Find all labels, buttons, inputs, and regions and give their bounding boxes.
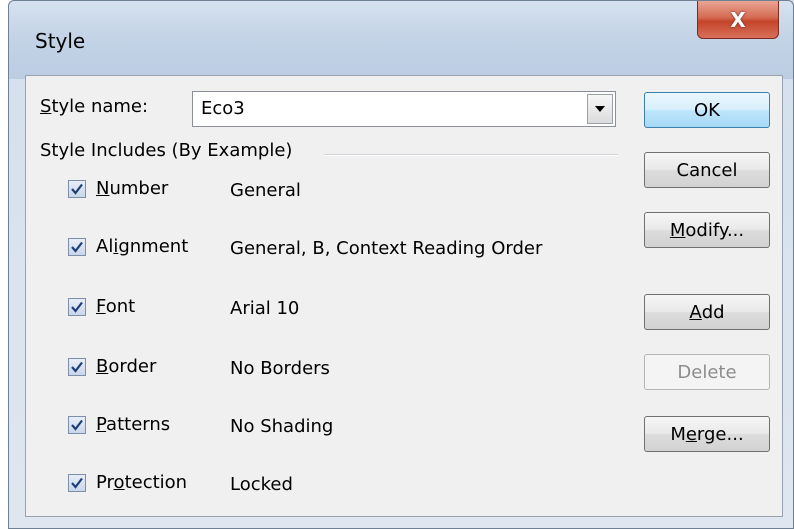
checkmark-icon [71, 183, 83, 195]
protection-label[interactable]: Protection [96, 472, 187, 493]
protection-value: Locked [230, 474, 293, 495]
border-value: No Borders [230, 358, 330, 379]
close-icon: X [730, 7, 746, 32]
style-name-label: Style name: [40, 96, 149, 117]
cancel-button[interactable]: Cancel [644, 152, 770, 188]
patterns-label[interactable]: Patterns [96, 414, 170, 435]
alignment-label[interactable]: Alignment [96, 236, 188, 257]
dialog-body: Style name: Eco3 Style Includes (By Exam… [25, 75, 783, 517]
checkbox-patterns[interactable] [68, 416, 86, 434]
style-name-value: Eco3 [201, 98, 245, 119]
font-label[interactable]: Font [96, 296, 135, 317]
close-button[interactable]: X [697, 1, 779, 39]
title-bar: Style X [9, 1, 793, 79]
add-button[interactable]: Add [644, 294, 770, 330]
alignment-value: General, B, Context Reading Order [230, 238, 543, 259]
number-value: General [230, 180, 301, 201]
merge-button[interactable]: Me rge... [644, 416, 770, 452]
patterns-value: No Shading [230, 416, 334, 437]
chevron-down-icon [595, 106, 605, 112]
border-label[interactable]: Border [96, 356, 156, 377]
dropdown-button[interactable] [587, 94, 613, 124]
checkbox-font[interactable] [68, 298, 86, 316]
checkmark-icon [71, 241, 83, 253]
checkmark-icon [71, 361, 83, 373]
group-divider [324, 154, 618, 156]
dialog-title: Style [35, 29, 86, 53]
group-title: Style Includes (By Example) [40, 140, 293, 161]
style-name-combobox[interactable]: Eco3 [192, 91, 616, 127]
checkbox-alignment[interactable] [68, 238, 86, 256]
checkmark-icon [71, 419, 83, 431]
checkmark-icon [71, 301, 83, 313]
font-value: Arial 10 [230, 298, 300, 319]
number-label[interactable]: Number [96, 178, 168, 199]
ok-button[interactable]: OK [644, 92, 770, 128]
style-dialog: Style X Style name: Eco3 Style Includes … [8, 0, 794, 529]
checkbox-number[interactable] [68, 180, 86, 198]
delete-button: Delete [644, 354, 770, 390]
checkbox-protection[interactable] [68, 474, 86, 492]
checkmark-icon [71, 477, 83, 489]
modify-button[interactable]: Modify... [644, 212, 770, 248]
checkbox-border[interactable] [68, 358, 86, 376]
